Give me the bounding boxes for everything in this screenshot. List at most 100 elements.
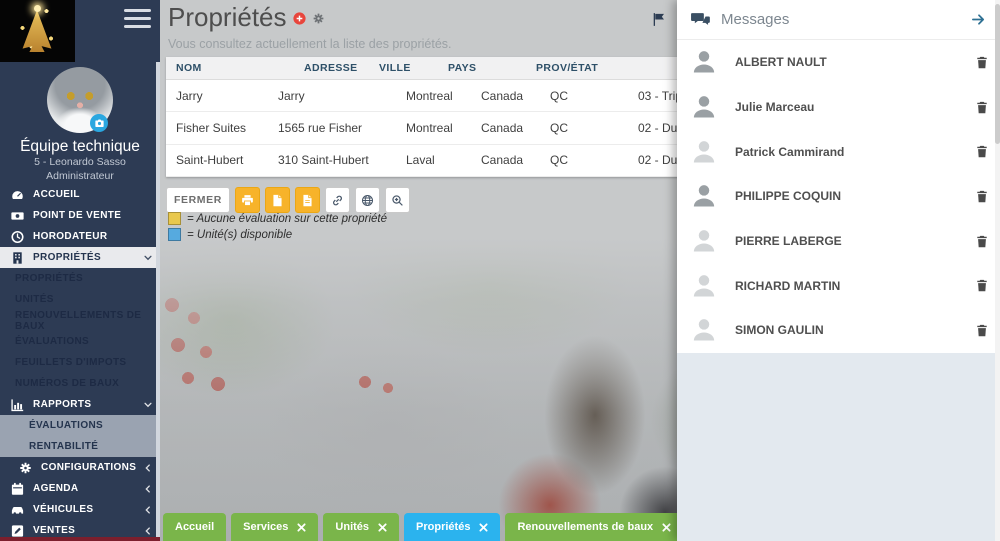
messages-list-area: Messages ALBERT NAULT Julie Marceau — [677, 0, 1000, 353]
tab-label: Renouvellements de baux — [517, 521, 653, 533]
message-contact[interactable]: PHILIPPE COQUIN — [677, 174, 1000, 219]
delete-conversation-button[interactable] — [976, 190, 988, 203]
sidebar: Équipe technique 5 - Leonardo Sasso Admi… — [0, 0, 160, 541]
tab-services[interactable]: Services — [231, 513, 318, 541]
table-cell: 310 Saint-Hubert — [268, 153, 396, 167]
toolbar-buttons — [235, 187, 410, 213]
calendar-icon — [10, 482, 25, 496]
sidebar-subitem-proprietes[interactable]: PROPRIÉTÉS — [0, 268, 160, 289]
file-pdf-icon — [301, 194, 314, 207]
legend-row: = Unité(s) disponible — [168, 228, 387, 241]
sidebar-item-vehicules[interactable]: VÉHICULES — [0, 499, 160, 520]
tab-renouvellements-de-baux[interactable]: Renouvellements de baux — [505, 513, 683, 541]
chevron-left-icon — [143, 484, 153, 494]
column-header: PAYS — [438, 62, 526, 74]
sidebar-subitem-unites[interactable]: UNITÉS — [0, 289, 160, 310]
table-toolbar: FERMER — [166, 187, 410, 213]
chevron-down-icon — [143, 400, 153, 410]
table-cell: Jarry — [166, 89, 268, 103]
page-settings-button[interactable] — [312, 12, 325, 25]
link-button[interactable] — [325, 187, 350, 213]
export-file-button[interactable] — [265, 187, 290, 213]
sidebar-item-label: RAPPORTS — [33, 399, 91, 410]
chevron-left-icon — [143, 505, 153, 515]
tab-proprietes[interactable]: Propriétés — [404, 513, 500, 541]
delete-conversation-button[interactable] — [976, 235, 988, 248]
message-contact[interactable]: RICHARD MARTIN — [677, 263, 1000, 308]
sidebar-subitem-numeros-de-baux[interactable]: NUMÉROS DE BAUX — [0, 373, 160, 394]
person-avatar-icon — [690, 93, 718, 121]
legend-swatch — [168, 228, 181, 241]
person-avatar-icon — [690, 182, 718, 210]
sidebar-item-label: CONFIGURATIONS — [41, 462, 136, 473]
sidebar-item-label: PROPRIÉTÉS — [33, 252, 101, 263]
sidebar-item-configurations[interactable]: CONFIGURATIONS — [0, 457, 160, 478]
hamburger-menu-button[interactable] — [124, 9, 151, 28]
sidebar-subitem-evaluations[interactable]: ÉVALUATIONS — [0, 331, 160, 352]
message-contact[interactable]: SIMON GAULIN — [677, 308, 1000, 353]
page-subtitle: Vous consultez actuellement la liste des… — [168, 37, 452, 51]
collapse-panel-arrow-icon[interactable] — [970, 12, 987, 27]
delete-conversation-button[interactable] — [976, 101, 988, 114]
flag-icon[interactable] — [652, 12, 667, 27]
print-button[interactable] — [235, 187, 260, 213]
sidebar-item-proprietes[interactable]: PROPRIÉTÉS — [0, 247, 160, 268]
fermer-button[interactable]: FERMER — [166, 187, 230, 213]
tab-close-icon[interactable] — [378, 523, 387, 532]
column-header: NOM — [166, 62, 294, 74]
sidebar-subitem-renouvellements-de-baux[interactable]: RENOUVELLEMENTS DE BAUX — [0, 310, 160, 331]
sidebar-item-point-de-vente[interactable]: POINT DE VENTE — [0, 205, 160, 226]
search-plus-icon — [391, 194, 404, 207]
delete-conversation-button[interactable] — [976, 324, 988, 337]
messages-panel: Messages ALBERT NAULT Julie Marceau — [677, 0, 1000, 541]
sidebar-item-rapports[interactable]: RAPPORTS — [0, 394, 160, 415]
sidebar-subitem-feuillets-impots[interactable]: FEUILLETS D'IMPOTS — [0, 352, 160, 373]
user-avatar — [47, 67, 113, 133]
sidebar-scrollbar[interactable] — [156, 62, 160, 541]
building-icon — [10, 251, 25, 265]
sidebar-item-label: HORODATEUR — [33, 231, 107, 242]
person-avatar-icon — [690, 316, 718, 344]
sidebar-item-label: AGENDA — [33, 483, 78, 494]
messages-scrollbar[interactable] — [995, 0, 1000, 541]
table-cell: Canada — [471, 89, 540, 103]
tab-accueil[interactable]: Accueil — [163, 513, 226, 541]
tab-unites[interactable]: Unités — [323, 513, 399, 541]
message-contact[interactable]: Julie Marceau — [677, 85, 1000, 130]
sidebar-item-horodateur[interactable]: HORODATEUR — [0, 226, 160, 247]
cash-icon — [10, 209, 25, 223]
chart-icon — [10, 398, 25, 412]
christmas-tree-logo[interactable] — [0, 0, 75, 62]
tab-close-icon[interactable] — [297, 523, 306, 532]
sidebar-item-label: RENOUVELLEMENTS DE BAUX — [15, 310, 153, 332]
contact-name: Patrick Cammirand — [735, 145, 976, 159]
page-header: Propriétés Vous consultez actuellement l… — [168, 2, 452, 51]
sidebar-menu: ACCUEIL POINT DE VENTE HORODATEUR — [0, 184, 160, 541]
tab-label: Propriétés — [416, 521, 470, 533]
zoom-search-button[interactable] — [385, 187, 410, 213]
clock-icon — [10, 230, 25, 244]
user-id: 5 - Leonardo Sasso — [0, 156, 160, 170]
sidebar-item-agenda[interactable]: AGENDA — [0, 478, 160, 499]
chevron-left-icon — [143, 526, 153, 536]
sidebar-subitem-rapports-evaluations[interactable]: ÉVALUATIONS — [0, 415, 160, 436]
message-contact[interactable]: PIERRE LABERGE — [677, 219, 1000, 264]
contact-name: ALBERT NAULT — [735, 55, 976, 69]
globe-button[interactable] — [355, 187, 380, 213]
tab-close-icon[interactable] — [479, 523, 488, 532]
tab-label: Services — [243, 521, 288, 533]
change-avatar-button[interactable] — [90, 114, 108, 132]
message-contact[interactable]: ALBERT NAULT — [677, 40, 1000, 85]
delete-conversation-button[interactable] — [976, 145, 988, 158]
delete-conversation-button[interactable] — [976, 279, 988, 292]
tab-close-icon[interactable] — [662, 523, 671, 532]
sidebar-subitem-rentabilite[interactable]: RENTABILITÉ — [0, 436, 160, 457]
message-contact[interactable]: Patrick Cammirand — [677, 129, 1000, 174]
sidebar-item-accueil[interactable]: ACCUEIL — [0, 184, 160, 205]
page-title: Propriétés — [168, 2, 287, 33]
person-avatar-icon — [690, 138, 718, 166]
export-pdf-button[interactable] — [295, 187, 320, 213]
delete-conversation-button[interactable] — [976, 56, 988, 69]
contact-name: PHILIPPE COQUIN — [735, 189, 976, 203]
add-property-button[interactable] — [293, 12, 306, 25]
